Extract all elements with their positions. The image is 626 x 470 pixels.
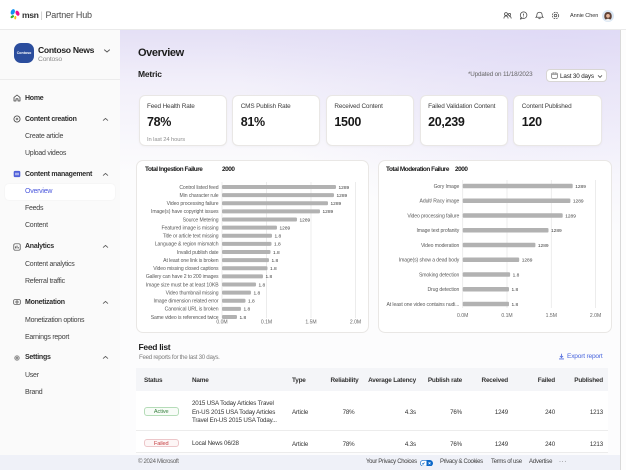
svg-text:Smoking detection: Smoking detection (419, 272, 459, 278)
svg-text:1.5M: 1.5M (305, 320, 316, 326)
svg-text:Control listed feed: Control listed feed (179, 185, 218, 191)
svg-text:1289: 1289 (565, 213, 576, 219)
svg-text:2.0M: 2.0M (590, 313, 601, 319)
svg-text:1.5M: 1.5M (546, 313, 557, 319)
svg-text:1289: 1289 (551, 228, 562, 234)
svg-text:1.8: 1.8 (266, 274, 273, 280)
svg-text:Language & region mismatch: Language & region mismatch (155, 242, 219, 248)
svg-text:Source Metering: Source Metering (183, 217, 219, 223)
svg-text:Image text profanity: Image text profanity (416, 228, 459, 234)
svg-text:Adult/ Racy image: Adult/ Racy image (420, 199, 460, 205)
svg-text:Min character rule: Min character rule (180, 193, 219, 199)
svg-text:1.8: 1.8 (248, 299, 255, 305)
svg-text:Image size must be at least 10: Image size must be at least 10KB (146, 282, 219, 288)
svg-text:1.8: 1.8 (513, 272, 520, 278)
svg-text:Title or article text missing: Title or article text missing (163, 234, 219, 240)
svg-text:1.8: 1.8 (273, 250, 280, 256)
svg-text:1.8: 1.8 (512, 302, 519, 308)
svg-text:Featured image is missing: Featured image is missing (162, 225, 219, 231)
svg-text:1289: 1289 (339, 185, 350, 191)
svg-text:1289: 1289 (323, 209, 334, 215)
svg-text:1.8: 1.8 (275, 234, 282, 240)
svg-text:Video moderation: Video moderation (421, 243, 460, 249)
svg-text:1289: 1289 (280, 225, 291, 231)
svg-text:1.8: 1.8 (254, 290, 261, 296)
svg-text:Invalid publish date: Invalid publish date (177, 250, 219, 256)
svg-text:Same video is referenced twice: Same video is referenced twice (151, 315, 219, 321)
svg-text:At least one video contains nu: At least one video contains nudi... (387, 302, 460, 308)
svg-text:1.8: 1.8 (274, 242, 281, 248)
svg-text:1289: 1289 (337, 193, 348, 199)
svg-text:Canonical URL is broken: Canonical URL is broken (165, 307, 219, 313)
svg-text:1.8: 1.8 (244, 307, 251, 313)
svg-text:1.8: 1.8 (270, 266, 277, 272)
svg-text:Image(s) show a dead body: Image(s) show a dead body (399, 258, 460, 264)
svg-text:1289: 1289 (300, 217, 311, 223)
svg-text:Video processing failure: Video processing failure (407, 213, 459, 219)
svg-text:1.8: 1.8 (259, 282, 266, 288)
svg-text:1.8: 1.8 (512, 287, 519, 293)
svg-text:1289: 1289 (331, 201, 342, 207)
svg-text:1289: 1289 (538, 243, 549, 249)
svg-text:At least one link is broken: At least one link is broken (163, 258, 219, 264)
svg-text:Video missing closed captions: Video missing closed captions (153, 266, 219, 272)
svg-text:0.1M: 0.1M (501, 313, 512, 319)
svg-text:0.0M: 0.0M (457, 313, 468, 319)
svg-text:Gallery can have 2 to 200 imag: Gallery can have 2 to 200 images (146, 274, 219, 280)
svg-text:Video processing failure: Video processing failure (167, 201, 219, 207)
svg-text:1.8: 1.8 (240, 315, 247, 321)
svg-text:0.0M: 0.0M (216, 320, 227, 326)
svg-text:1289: 1289 (573, 199, 584, 205)
svg-text:Video thumbnail missing: Video thumbnail missing (166, 290, 219, 296)
svg-text:0.1M: 0.1M (261, 320, 272, 326)
svg-text:1289: 1289 (522, 258, 533, 264)
svg-text:Image dimension related error: Image dimension related error (153, 299, 218, 305)
svg-text:Gory Image: Gory Image (434, 184, 460, 190)
svg-text:2.0M: 2.0M (350, 320, 361, 326)
svg-text:Drug detection: Drug detection (427, 287, 459, 293)
svg-text:1.8: 1.8 (272, 258, 279, 264)
svg-text:Image(s) have copyright issues: Image(s) have copyright issues (151, 209, 219, 215)
svg-text:1289: 1289 (575, 184, 586, 190)
